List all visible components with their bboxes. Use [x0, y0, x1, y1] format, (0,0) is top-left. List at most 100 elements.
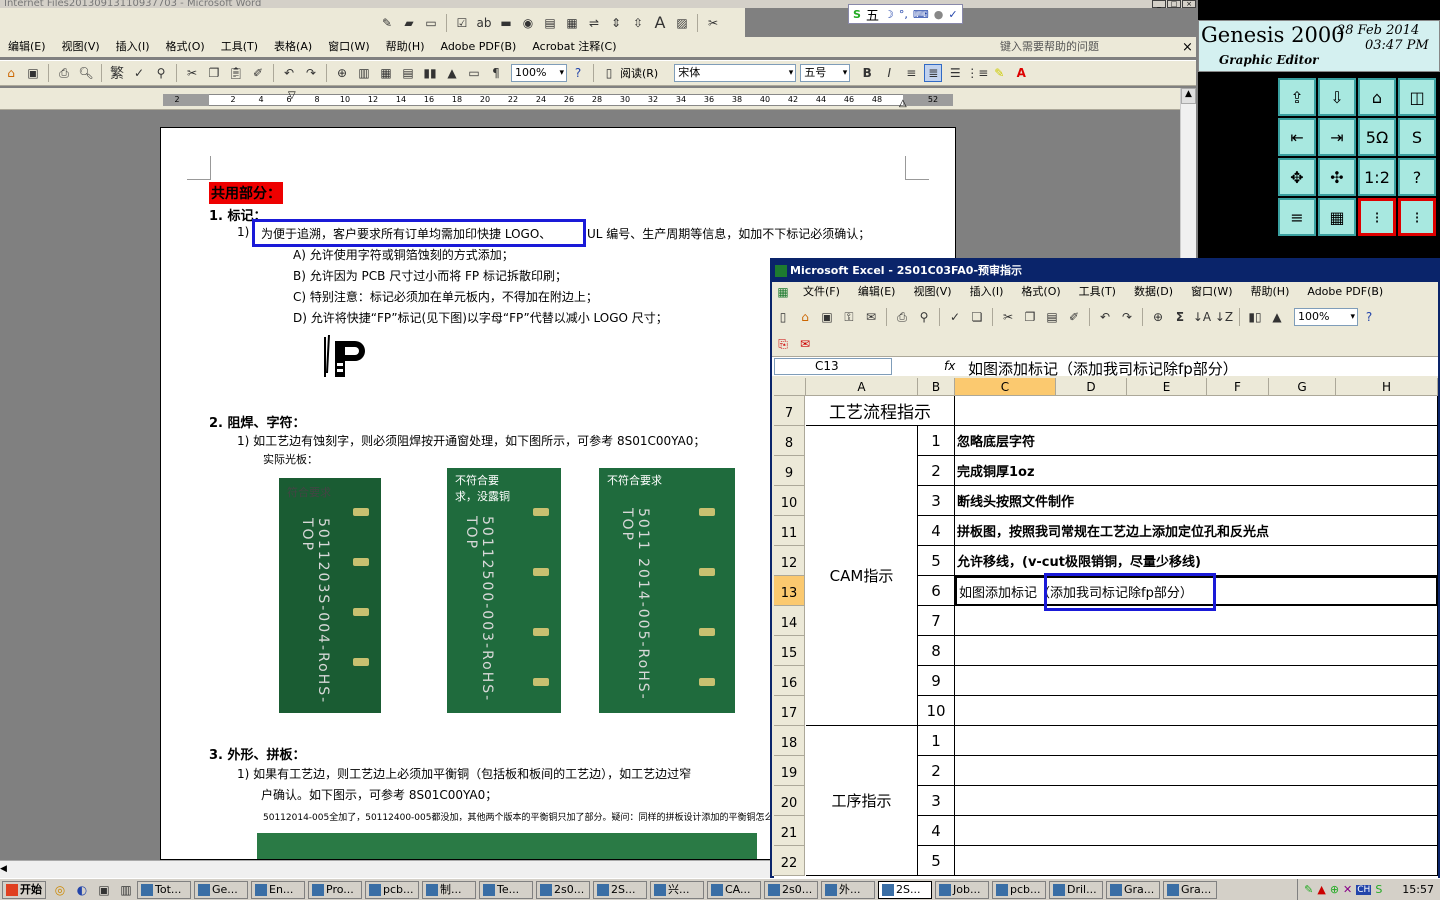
word-ruler[interactable]: 2 2 4 6 8 10 12 14 16 18 20 22 24 26 28 30 32 34 36 38 40 42 4…: [0, 88, 1180, 110]
item-number-cell[interactable]: 9: [918, 666, 955, 696]
excel-menu-edit[interactable]: 编辑(E): [849, 282, 905, 302]
row-header[interactable]: 10: [774, 486, 805, 516]
copy-icon[interactable]: ❐: [205, 64, 223, 82]
genesis-rotate-icon[interactable]: 5Ω: [1358, 118, 1396, 156]
excel-print-icon[interactable]: ⎙: [893, 308, 911, 326]
taskbar-button[interactable]: Ge...: [194, 880, 248, 899]
genesis-snake-icon[interactable]: S: [1398, 118, 1436, 156]
spell-icon[interactable]: ✓: [130, 64, 148, 82]
item-number-cell[interactable]: 2: [918, 456, 955, 486]
italic-icon[interactable]: I: [880, 64, 898, 82]
taskbar-button[interactable]: CA...: [707, 880, 761, 899]
item-number-cell[interactable]: 5: [918, 846, 955, 876]
show-hide-icon[interactable]: ¶: [487, 64, 505, 82]
item-number-cell[interactable]: 5: [918, 546, 955, 576]
drawing-icon[interactable]: ▲: [443, 64, 461, 82]
tables-borders-icon[interactable]: ▥: [355, 64, 373, 82]
row-header[interactable]: 14: [774, 606, 805, 636]
menu-adobe-pdf[interactable]: Adobe PDF(B): [432, 37, 524, 57]
radio-icon[interactable]: ◉: [519, 14, 537, 32]
genesis-download-icon[interactable]: ⇩: [1318, 78, 1356, 116]
draw-icon[interactable]: ✎: [378, 14, 396, 32]
row-header[interactable]: 8: [774, 426, 805, 456]
row-header[interactable]: 12: [774, 546, 805, 576]
excel-autosum-icon[interactable]: Σ: [1171, 308, 1189, 326]
bold-icon[interactable]: B: [858, 64, 876, 82]
item-text-cell[interactable]: 断线头按照文件制作: [955, 486, 1438, 516]
doc-map-icon[interactable]: ▭: [465, 64, 483, 82]
formula-input[interactable]: 如图添加标记（添加我司标记除fp部分）: [968, 358, 1238, 379]
spreadsheet-grid[interactable]: A B C D E F G H 7 8 9 10 11 12 13 14 15 16 17 18 19 20 21 22 工艺流…: [774, 378, 1438, 878]
row-header[interactable]: 13: [774, 576, 805, 606]
item-text-cell[interactable]: 允许移线，(v-cut极限销铜，尽量少移线): [955, 546, 1438, 576]
taskbar-button[interactable]: Gra...: [1163, 880, 1217, 899]
menu-window[interactable]: 窗口(W): [320, 37, 377, 57]
taskbar-button[interactable]: pcb...: [992, 880, 1046, 899]
item-text-cell[interactable]: [955, 846, 1438, 876]
excel-drawing-icon[interactable]: ▲: [1268, 308, 1286, 326]
column-header[interactable]: B: [918, 378, 955, 396]
excel-menu-file[interactable]: 文件(F): [794, 282, 849, 302]
genesis-help-icon[interactable]: ?: [1398, 158, 1436, 196]
taskbar-button[interactable]: 2S...: [593, 880, 647, 899]
excel-hyperlink-icon[interactable]: ⊕: [1149, 308, 1167, 326]
tray-pen-icon[interactable]: ✎: [1304, 883, 1313, 896]
excel-save-icon[interactable]: ▣: [818, 308, 836, 326]
help-icon[interactable]: ?: [569, 64, 587, 82]
font-select[interactable]: 宋体: [674, 64, 797, 82]
quicklaunch-desktop-icon[interactable]: ▣: [95, 881, 113, 899]
tray-lang-icon[interactable]: CH: [1356, 884, 1372, 895]
taskbar-button[interactable]: Job...: [935, 880, 989, 899]
taskbar-button[interactable]: Tot...: [137, 880, 191, 899]
genesis-upload-icon[interactable]: ⇪: [1278, 78, 1316, 116]
row-7-cell[interactable]: [955, 396, 1438, 426]
taskbar-button[interactable]: 制...: [422, 880, 476, 899]
row-header[interactable]: 16: [774, 666, 805, 696]
process-section-cell[interactable]: 工序指示: [806, 726, 918, 876]
genesis-right-icon[interactable]: ⇥: [1318, 118, 1356, 156]
item-number-cell[interactable]: 1: [918, 426, 955, 456]
quicklaunch-app-icon[interactable]: ▥: [117, 881, 135, 899]
row-header[interactable]: 22: [774, 846, 805, 876]
insert-excel-icon[interactable]: ▤: [399, 64, 417, 82]
item-number-cell[interactable]: 8: [918, 636, 955, 666]
align-center-icon[interactable]: ≡: [902, 64, 920, 82]
excel-zoom-select[interactable]: 100%: [1294, 308, 1358, 326]
excel-format-painter-icon[interactable]: ✐: [1065, 308, 1083, 326]
taskbar-button[interactable]: Gra...: [1106, 880, 1160, 899]
item-text-cell[interactable]: [955, 726, 1438, 756]
genesis-scale-icon[interactable]: 1:2: [1358, 158, 1396, 196]
taskbar-button[interactable]: 2s0...: [764, 880, 818, 899]
item-number-cell[interactable]: 10: [918, 696, 955, 726]
menu-table[interactable]: 表格(A): [266, 37, 320, 57]
menu-acrobat[interactable]: Acrobat 注释(C): [524, 37, 624, 57]
excel-redo-icon[interactable]: ↷: [1118, 308, 1136, 326]
item-text-cell[interactable]: [955, 756, 1438, 786]
genesis-window-icon[interactable]: ◫: [1398, 78, 1436, 116]
spin-icon[interactable]: ⇕: [607, 14, 625, 32]
item-number-cell[interactable]: 7: [918, 606, 955, 636]
pdf-convert-icon[interactable]: ⎘: [774, 335, 792, 353]
excel-menu-help[interactable]: 帮助(H): [1242, 282, 1299, 302]
tray-ime-icon[interactable]: S: [1375, 883, 1382, 896]
taskbar-button[interactable]: 兴...: [650, 880, 704, 899]
research-icon[interactable]: ⚲: [152, 64, 170, 82]
combo-icon[interactable]: ▤: [541, 14, 559, 32]
font-color-icon[interactable]: A: [1012, 64, 1030, 82]
image-icon[interactable]: ▨: [673, 14, 691, 32]
ime-moon-icon[interactable]: ☽: [884, 8, 894, 21]
label-icon[interactable]: A: [651, 13, 669, 32]
genesis-snap-icon[interactable]: ⁝: [1358, 198, 1396, 236]
excel-open-icon[interactable]: ⌂: [796, 308, 814, 326]
list-icon[interactable]: ▬: [497, 14, 515, 32]
row-header[interactable]: 20: [774, 786, 805, 816]
genesis-grid-icon[interactable]: ▦: [1318, 198, 1356, 236]
excel-menu-data[interactable]: 数据(D): [1125, 282, 1182, 302]
zoom-select[interactable]: 100%: [511, 64, 567, 82]
excel-menu-tools[interactable]: 工具(T): [1070, 282, 1125, 302]
excel-permission-icon[interactable]: ⚿: [840, 308, 858, 326]
check-icon[interactable]: ☑: [453, 14, 471, 32]
excel-new-icon[interactable]: ▯: [774, 308, 792, 326]
taskbar-button[interactable]: 外...: [821, 880, 875, 899]
item-number-cell[interactable]: 3: [918, 786, 955, 816]
